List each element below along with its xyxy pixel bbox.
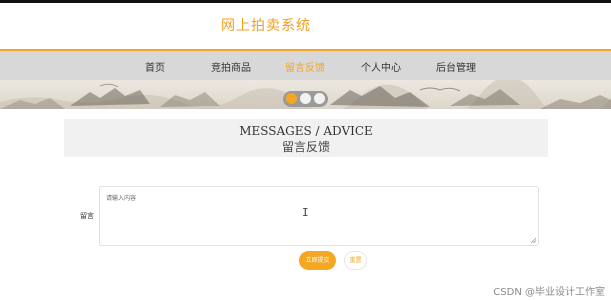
text-cursor-icon: I — [302, 206, 309, 219]
carousel-dot-3[interactable] — [314, 93, 325, 104]
message-textarea[interactable]: 请输入内容 I — [99, 186, 539, 246]
site-title: 网上拍卖系统 — [221, 18, 311, 34]
nav-item-feedback[interactable]: 留言反馈 — [285, 59, 325, 74]
watermark: CSDN @毕业设计工作室 — [493, 287, 605, 298]
submit-button[interactable]: 立即提交 — [299, 251, 336, 270]
main-nav: 首页 竞拍商品 留言反馈 个人中心 后台管理 — [0, 51, 611, 80]
resize-handle-icon[interactable] — [530, 237, 536, 243]
carousel-indicators — [283, 91, 328, 107]
message-label: 留言 — [80, 212, 94, 220]
section-header: MESSAGES / ADVICE 留言反馈 — [64, 119, 548, 157]
message-placeholder: 请输入内容 — [106, 195, 137, 202]
nav-item-home[interactable]: 首页 — [145, 59, 165, 74]
carousel-dot-2[interactable] — [300, 93, 311, 104]
carousel-dot-1[interactable] — [286, 93, 297, 104]
nav-item-user-center[interactable]: 个人中心 — [361, 59, 401, 74]
header: 网上拍卖系统 — [0, 3, 611, 49]
nav-item-admin[interactable]: 后台管理 — [436, 59, 476, 74]
section-title-cn: 留言反馈 — [281, 140, 330, 154]
section-title-en: MESSAGES / ADVICE — [239, 124, 373, 138]
nav-item-auction-goods[interactable]: 竞拍商品 — [211, 59, 251, 74]
reset-button[interactable]: 重置 — [344, 251, 367, 270]
